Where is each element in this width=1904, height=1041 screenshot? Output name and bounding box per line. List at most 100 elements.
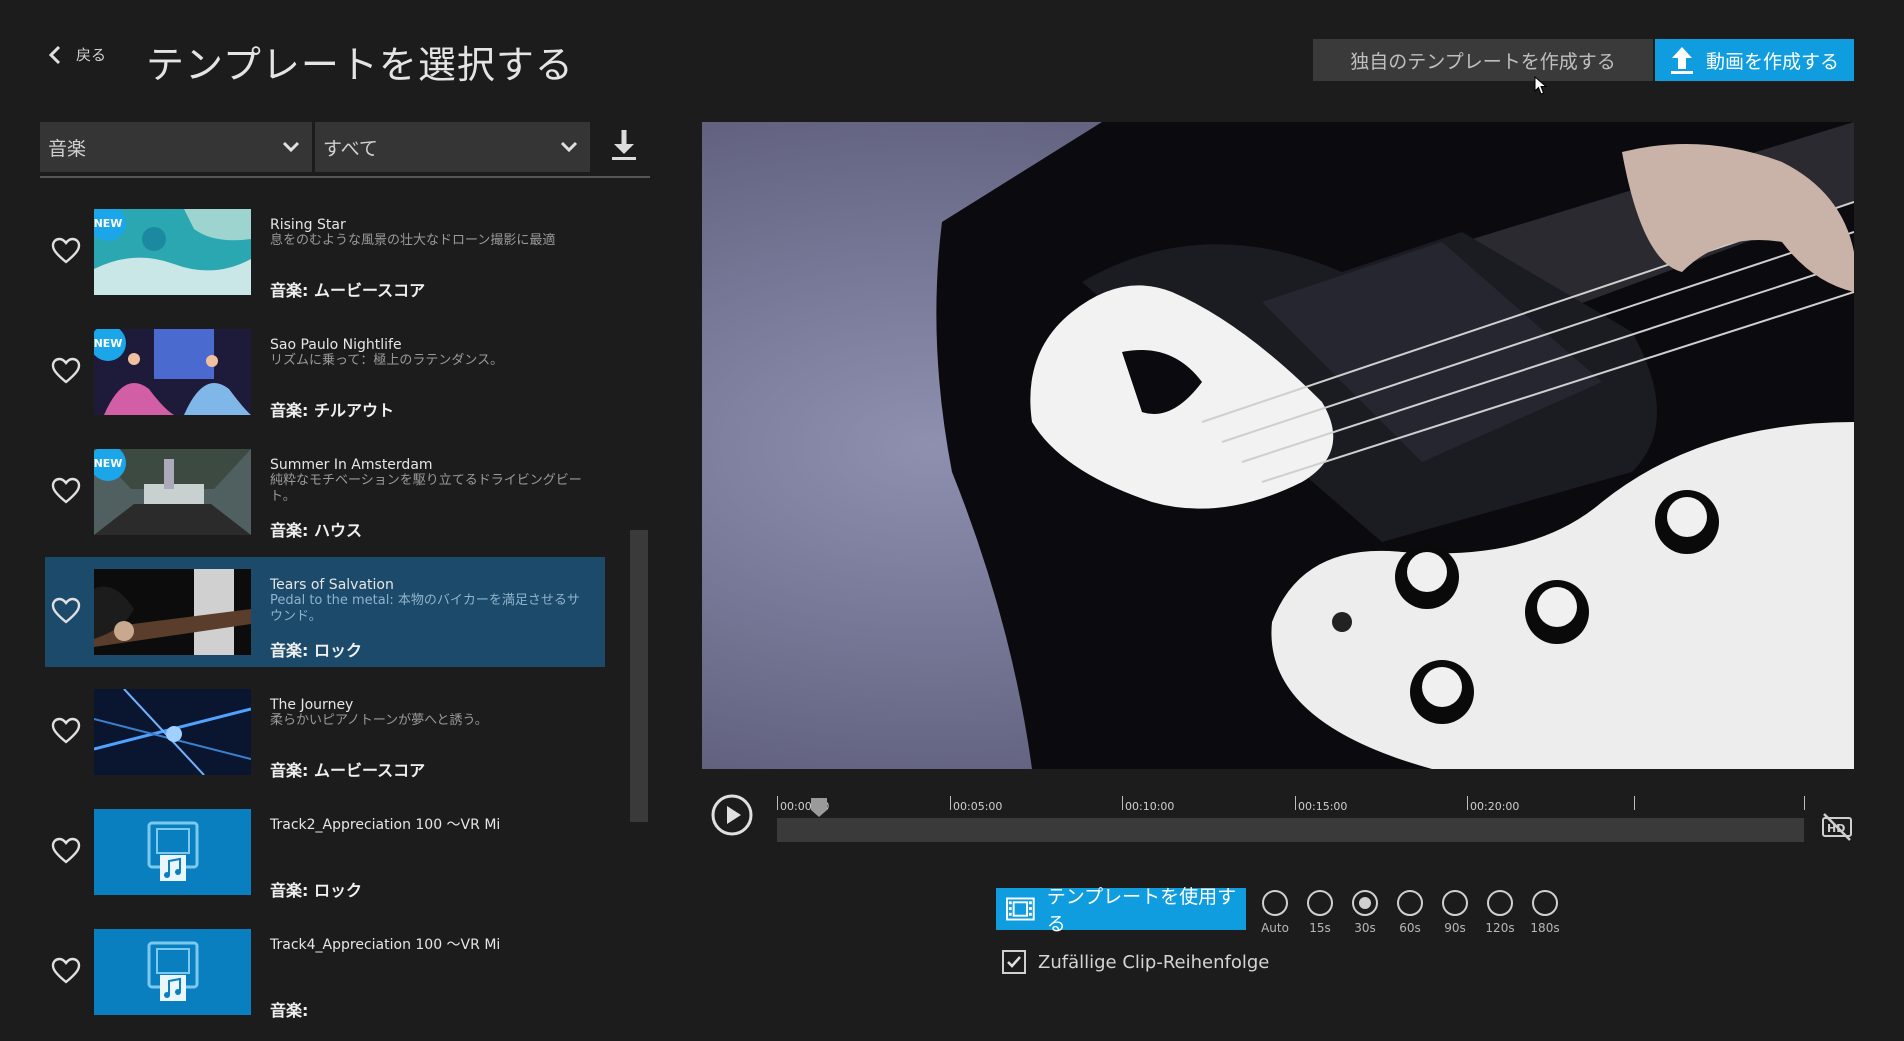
checkbox-box[interactable]: [1002, 950, 1026, 974]
duration-label: 60s: [1399, 921, 1421, 935]
heart-icon[interactable]: [51, 837, 81, 865]
template-thumbnail[interactable]: [94, 569, 251, 655]
template-thumbnail[interactable]: NEW: [94, 209, 251, 295]
filter-divider: [40, 176, 650, 178]
back-label: 戻る: [76, 46, 107, 64]
timeline-tick: [777, 796, 778, 810]
page-title: テンプレートを選択する: [146, 43, 574, 87]
radio-circle[interactable]: [1487, 890, 1513, 916]
preview-guitar-image: [702, 122, 1854, 769]
template-thumbnail[interactable]: NEW: [94, 449, 251, 535]
radio-circle[interactable]: [1262, 890, 1288, 916]
template-item[interactable]: Track4_Appreciation 100 ～VR Mi 音楽:: [45, 917, 605, 1027]
heart-icon[interactable]: [51, 597, 81, 625]
checkmark-icon: [1007, 956, 1021, 968]
mouse-cursor-icon: [1534, 76, 1548, 95]
template-description: リズムに乗って：極上のラテンダンス。: [270, 353, 504, 368]
template-genre: 音楽:: [270, 1001, 309, 1020]
duration-radio-120s[interactable]: 120s: [1482, 890, 1518, 935]
duration-label: 15s: [1309, 921, 1331, 935]
duration-label: 120s: [1485, 921, 1515, 935]
template-name: Tears of Salvation: [270, 577, 394, 593]
radio-circle[interactable]: [1307, 890, 1333, 916]
chevron-down-icon: [560, 141, 578, 153]
duration-label: 90s: [1444, 921, 1466, 935]
template-item[interactable]: NEW Rising Star 息をのむような風景の壮大なドローン撮影に最適音楽: …: [45, 197, 605, 307]
template-name: Sao Paulo Nightlife: [270, 337, 402, 353]
template-description: 純粋なモチベーションを駆り立てるドライビングビート。: [270, 473, 582, 504]
duration-label: 30s: [1354, 921, 1376, 935]
radio-circle[interactable]: [1352, 890, 1378, 916]
playhead-icon[interactable]: [809, 796, 829, 818]
radio-circle[interactable]: [1532, 890, 1558, 916]
duration-label: Auto: [1261, 921, 1289, 935]
subcategory-select[interactable]: すべて: [315, 122, 590, 172]
subcategory-select-value: すべて: [323, 137, 378, 160]
template-thumbnail[interactable]: [94, 689, 251, 775]
template-description: 息をのむような風景の壮大なドローン撮影に最適: [270, 233, 556, 248]
template-genre: 音楽: ハウス: [270, 521, 362, 540]
template-item[interactable]: Tears of Salvation Pedal to the metal: 本物…: [45, 557, 605, 667]
category-select[interactable]: 音楽: [40, 122, 312, 172]
template-meta: Summer In Amsterdam 純粋なモチベーションを駆り立てるドライビン…: [270, 457, 590, 540]
template-name: Rising Star: [270, 217, 346, 233]
template-genre: 音楽: ロック: [270, 641, 362, 660]
heart-icon[interactable]: [51, 237, 81, 265]
template-thumbnail[interactable]: [94, 809, 251, 895]
duration-radio-90s[interactable]: 90s: [1437, 890, 1473, 935]
heart-icon[interactable]: [51, 477, 81, 505]
duration-radio-auto[interactable]: Auto: [1257, 890, 1293, 935]
template-genre: 音楽: ロック: [270, 881, 362, 900]
timeline-tick: [1295, 796, 1296, 810]
upload-icon: [1670, 47, 1693, 74]
category-select-value: 音楽: [48, 137, 87, 160]
heart-icon[interactable]: [51, 357, 81, 385]
duration-radio-30s[interactable]: 30s: [1347, 890, 1383, 935]
duration-radio-60s[interactable]: 60s: [1392, 890, 1428, 935]
list-scrollbar[interactable]: [630, 530, 648, 822]
play-icon[interactable]: [710, 793, 754, 837]
download-icon[interactable]: [610, 128, 638, 162]
template-item[interactable]: NEW Sao Paulo Nightlife リズムに乗って：極上のラテンダンス。…: [45, 317, 605, 427]
heart-icon[interactable]: [51, 717, 81, 745]
chevron-down-icon: [282, 141, 300, 153]
shuffle-checkbox[interactable]: Zufällige Clip-Reihenfolge: [1002, 950, 1269, 974]
template-name: Summer In Amsterdam: [270, 457, 433, 473]
timeline-label: 00:10:00: [1125, 800, 1175, 813]
template-meta: Track4_Appreciation 100 ～VR Mi 音楽:: [270, 937, 590, 1020]
template-description: 柔らかいピアノトーンが夢へと誘う。: [270, 713, 488, 728]
hd-off-icon[interactable]: HD: [1821, 812, 1853, 842]
use-template-button[interactable]: テンプレートを使用する: [996, 886, 1246, 935]
template-list: NEW Rising Star 息をのむような風景の壮大なドローン撮影に最適音楽: …: [40, 195, 610, 1041]
radio-circle[interactable]: [1442, 890, 1468, 916]
template-thumbnail[interactable]: NEW: [94, 329, 251, 415]
template-genre: 音楽: ムービースコア: [270, 281, 426, 300]
timeline-label: 00:05:00: [953, 800, 1003, 813]
heart-icon[interactable]: [51, 957, 81, 985]
template-genre: 音楽: チルアウト: [270, 401, 394, 420]
template-item[interactable]: The Journey 柔らかいピアノトーンが夢へと誘う。 音楽: ムービースコア: [45, 677, 605, 787]
template-meta: The Journey 柔らかいピアノトーンが夢へと誘う。 音楽: ムービースコア: [270, 697, 590, 780]
use-template-label: テンプレートを使用する: [1046, 886, 1237, 935]
template-meta: Sao Paulo Nightlife リズムに乗って：極上のラテンダンス。音楽:…: [270, 337, 590, 420]
template-thumbnail[interactable]: [94, 929, 251, 1015]
duration-radio-180s[interactable]: 180s: [1527, 890, 1563, 935]
duration-radio-15s[interactable]: 15s: [1302, 890, 1338, 935]
timeline-tick: [1634, 796, 1635, 810]
template-name: Track4_Appreciation 100 ～VR Mi: [270, 937, 501, 953]
shuffle-label: Zufällige Clip-Reihenfolge: [1038, 951, 1270, 973]
template-description: Pedal to the metal: 本物のバイカーを満足させるサウンド。: [270, 593, 580, 624]
create-own-template-button[interactable]: 独自のテンプレートを作成する: [1313, 39, 1653, 81]
template-name: Track2_Appreciation 100 ～VR Mi: [270, 817, 501, 833]
timeline-tick: [950, 796, 951, 810]
timeline-track[interactable]: [777, 818, 1804, 842]
template-item[interactable]: Track2_Appreciation 100 ～VR Mi 音楽: ロック: [45, 797, 605, 907]
create-video-button[interactable]: 動画を作成する: [1655, 39, 1854, 81]
chevron-left-icon: [48, 45, 61, 64]
radio-circle[interactable]: [1397, 890, 1423, 916]
timeline-tick: [1467, 796, 1468, 810]
template-genre: 音楽: ムービースコア: [270, 761, 426, 780]
template-item[interactable]: NEW Summer In Amsterdam 純粋なモチベーションを駆り立てるドラ…: [45, 437, 605, 547]
back-button[interactable]: 戻る: [48, 44, 106, 65]
timeline-label: 00:20:00: [1470, 800, 1520, 813]
